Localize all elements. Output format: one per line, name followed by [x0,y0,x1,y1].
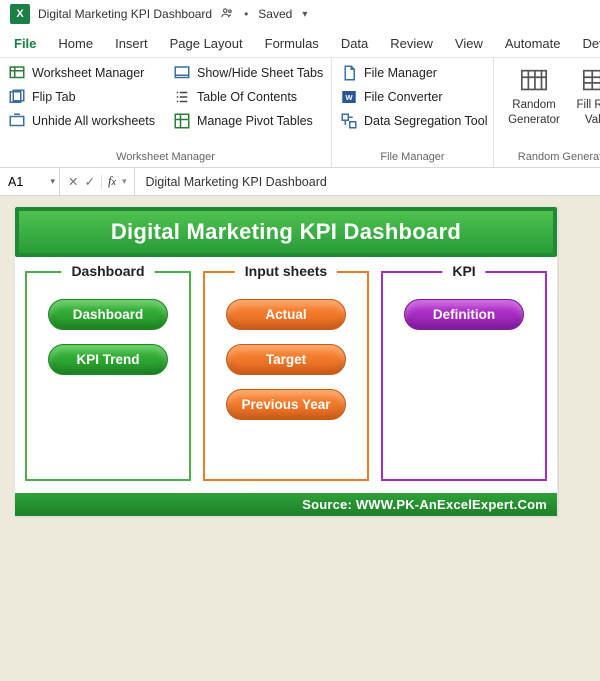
title-bar: Digital Marketing KPI Dashboard Saved ▾ [0,0,600,28]
group-input-sheets: Input sheets Actual Target Previous Year [203,271,369,481]
fx-icon[interactable]: fx [108,174,116,189]
people-icon[interactable] [220,6,234,23]
tab-file[interactable]: File [10,31,40,57]
random-generator-button[interactable]: Random Generator [502,64,566,126]
dashboard-card: Digital Marketing KPI Dashboard Dashboar… [14,206,558,517]
tab-data[interactable]: Data [337,31,372,57]
nav-target-button[interactable]: Target [226,344,346,375]
show-hide-tabs-button[interactable]: Show/Hide Sheet Tabs [173,64,323,82]
tab-automate[interactable]: Automate [501,31,565,57]
enter-icon[interactable]: ✓ [84,174,94,189]
table-of-contents-button[interactable]: Table Of Contents [173,88,323,106]
worksheet-icon [8,64,26,82]
group-boxes: Dashboard Dashboard KPI Trend Input shee… [15,257,557,493]
save-status-label: Saved [258,7,292,21]
ribbon-item-label: Flip Tab [32,90,76,104]
document-title: Digital Marketing KPI Dashboard [38,7,212,21]
nav-dashboard-button[interactable]: Dashboard [48,299,168,330]
manage-pivot-button[interactable]: Manage Pivot Tables [173,112,323,130]
nav-kpi-trend-button[interactable]: KPI Trend [48,344,168,375]
chevron-down-icon[interactable]: ▾ [50,176,55,187]
ribbon-item-label: Data Segregation Tool [364,114,487,128]
formula-bar: A1 ▾ ✕ ✓ fx ▾ Digital Marketing KPI Dash… [0,168,600,196]
ribbon-group-label: File Manager [340,148,485,167]
nav-actual-button[interactable]: Actual [226,299,346,330]
nav-previous-year-button[interactable]: Previous Year [226,389,346,420]
ribbon-group-label: Random Generat [502,148,600,167]
tab-page-layout[interactable]: Page Layout [166,31,247,57]
chevron-down-icon[interactable]: ▾ [122,176,127,187]
svg-text:W: W [345,93,353,102]
tab-view[interactable]: View [451,31,487,57]
name-box[interactable]: A1 ▾ [0,168,60,195]
segregation-icon [340,112,358,130]
group-kpi: KPI Definition [381,271,547,481]
ribbon-group-label: Worksheet Manager [8,148,323,167]
file-manager-button[interactable]: File Manager [340,64,485,82]
ribbon-big-line1: Random [512,99,555,111]
group-dashboard: Dashboard Dashboard KPI Trend [25,271,191,481]
file-converter-button[interactable]: W File Converter [340,88,485,106]
separator [101,175,102,189]
excel-logo-icon [10,4,30,24]
tab-developer[interactable]: Dev [579,31,600,57]
ribbon-item-label: Show/Hide Sheet Tabs [197,66,323,80]
worksheet-area[interactable]: Digital Marketing KPI Dashboard Dashboar… [0,196,600,681]
worksheet-manager-button[interactable]: Worksheet Manager [8,64,155,82]
cancel-icon[interactable]: ✕ [68,174,78,189]
source-bar: Source: WWW.PK-AnExcelExpert.Com [15,493,557,516]
tab-insert[interactable]: Insert [111,31,152,57]
file-icon [340,64,358,82]
pivot-icon [173,112,191,130]
ribbon-item-label: Table Of Contents [197,90,297,104]
formula-controls: ✕ ✓ fx ▾ [60,168,135,195]
group-legend: KPI [442,263,485,279]
cell-reference: A1 [8,175,23,189]
ribbon-big-line2: Generator [508,114,560,126]
unhide-worksheets-button[interactable]: Unhide All worksheets [8,112,155,130]
data-segregation-button[interactable]: Data Segregation Tool [340,112,485,130]
ribbon: Worksheet Manager Flip Tab Unhide All wo… [0,58,600,168]
title-separator-dot [242,7,250,21]
flip-tab-icon [8,88,26,106]
word-icon: W [340,88,358,106]
sheet-tabs-icon [173,64,191,82]
ribbon-item-label: Manage Pivot Tables [197,114,313,128]
ribbon-big-line2: Valu [585,114,600,126]
tab-review[interactable]: Review [386,31,437,57]
generator-icon [519,66,549,96]
list-icon [173,88,191,106]
ribbon-item-label: File Converter [364,90,443,104]
ribbon-item-label: Worksheet Manager [32,66,144,80]
formula-input[interactable]: Digital Marketing KPI Dashboard [135,175,600,189]
menu-bar: File Home Insert Page Layout Formulas Da… [0,28,600,58]
group-legend: Dashboard [61,263,154,279]
unhide-icon [8,112,26,130]
tab-home[interactable]: Home [54,31,97,57]
fill-random-values-button[interactable]: Fill Ran Valu [574,64,600,126]
group-legend: Input sheets [235,263,337,279]
ribbon-item-label: Unhide All worksheets [32,114,155,128]
nav-definition-button[interactable]: Definition [404,299,524,330]
ribbon-item-label: File Manager [364,66,437,80]
chevron-down-icon[interactable]: ▾ [302,9,307,20]
grid-icon [581,66,600,96]
card-title: Digital Marketing KPI Dashboard [15,207,557,257]
flip-tab-button[interactable]: Flip Tab [8,88,155,106]
tab-formulas[interactable]: Formulas [261,31,323,57]
ribbon-big-line1: Fill Ran [577,99,600,111]
